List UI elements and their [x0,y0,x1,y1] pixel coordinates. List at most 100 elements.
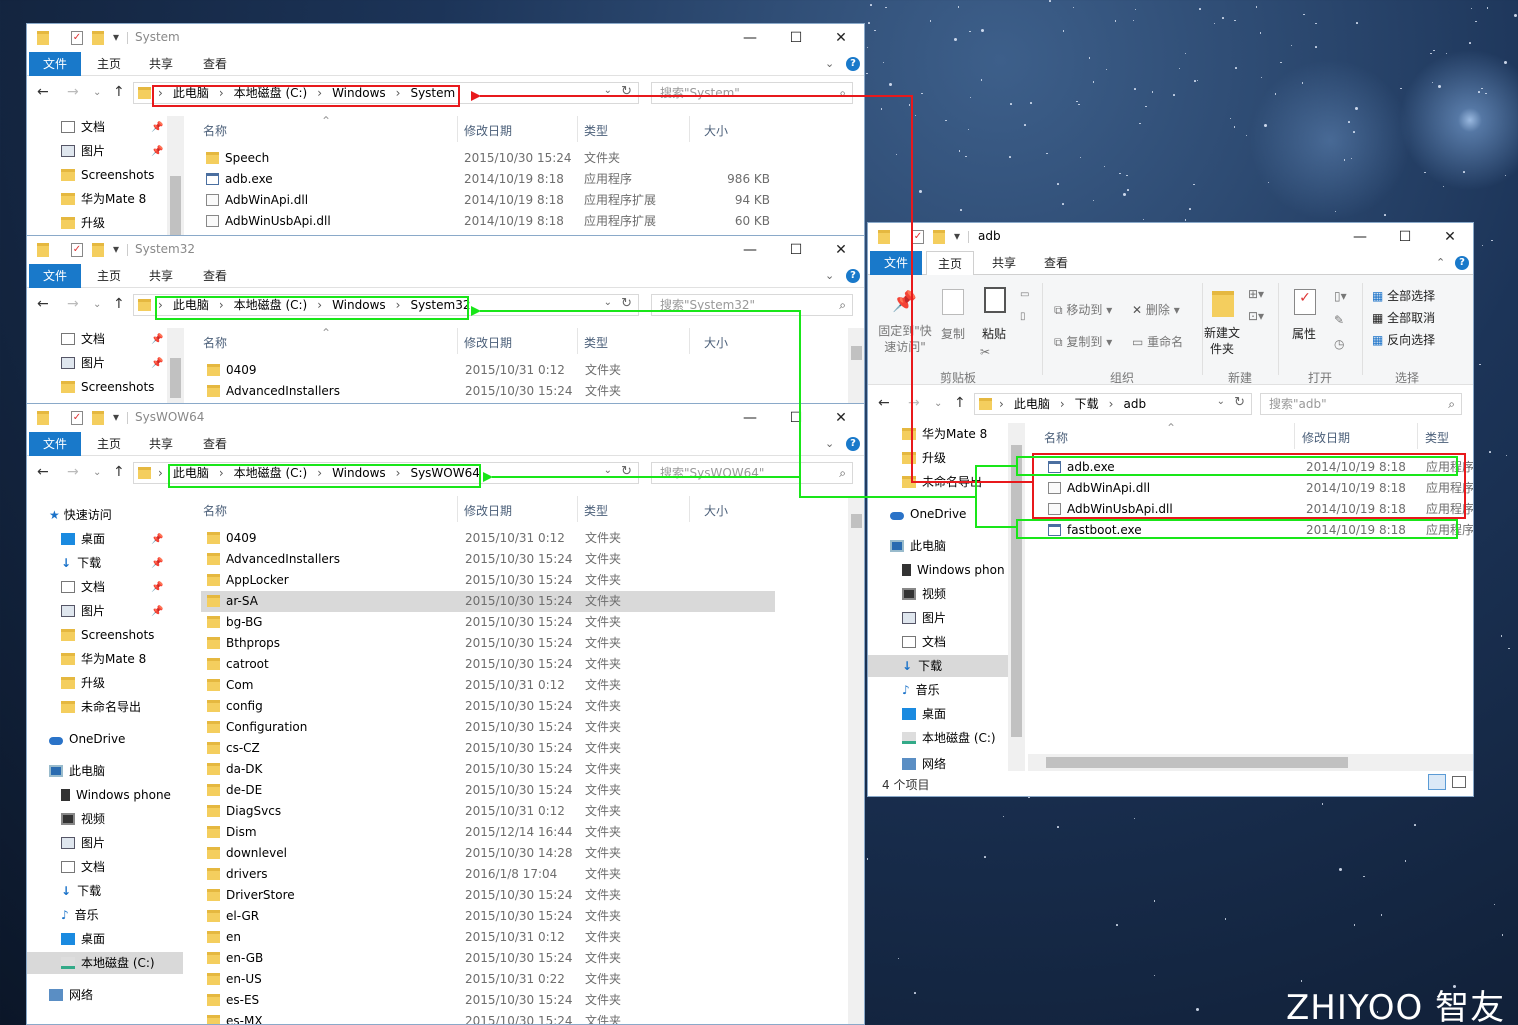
minimize-button[interactable]: — [732,407,768,429]
nav-item[interactable]: 图片 [61,832,105,854]
file-row[interactable]: drivers 2016/1/8 17:04 文件夹 [201,864,775,885]
file-row[interactable]: es-MX 2015/10/30 15:24 文件夹 [201,1011,775,1024]
file-row[interactable]: cs-CZ 2015/10/30 15:24 文件夹 [201,738,775,759]
column-name[interactable]: 名称 [203,334,227,351]
crumb[interactable]: 此电脑 [173,85,209,101]
nav-scrollbar[interactable] [167,116,184,235]
explorer-window-adb[interactable]: ✓ ▾ adb — ☐ ✕ 文件 主页 共享 查看 ⌃ ? 📌 固定到"快速访问… [867,222,1474,797]
recent-dropdown-icon[interactable]: ⌄ [934,398,942,409]
select-all-button[interactable]: ▦ 全部选择 [1372,287,1435,304]
nav-item[interactable]: Screenshots [61,624,154,646]
column-date[interactable]: 修改日期 [464,122,512,139]
address-dropdown-icon[interactable]: ⌄ [604,297,612,308]
search-box[interactable]: 搜索"SysWOW64" ⌕ [651,462,853,484]
close-button[interactable]: ✕ [1432,226,1468,248]
up-icon[interactable]: ↑ [113,464,125,480]
file-row[interactable]: AdvancedInstallers 2015/10/30 15:24 文件夹 [201,549,775,570]
file-row[interactable]: de-DE 2015/10/30 15:24 文件夹 [201,780,775,801]
select-none-button[interactable]: ▦ 全部取消 [1372,309,1435,326]
ribbon-collapse-icon[interactable]: ⌃ [1436,256,1445,269]
file-row[interactable]: en-US 2015/10/31 0:22 文件夹 [201,969,775,990]
file-row[interactable]: es-ES 2015/10/30 15:24 文件夹 [201,990,775,1011]
copy-path-icon[interactable]: ▭ [1020,289,1029,300]
nav-item[interactable]: OneDrive [890,503,966,525]
forward-icon[interactable]: → [67,464,79,480]
pin-icon[interactable]: 📌 [892,289,917,315]
title-bar[interactable]: ✓ ▾ System — ☐ ✕ [27,24,864,52]
file-scrollbar[interactable] [848,496,864,1024]
pin-icon[interactable]: 📌 [151,558,163,569]
column-type[interactable]: 类型 [584,502,608,519]
up-icon[interactable]: ↑ [113,84,125,100]
ribbon-expand-icon[interactable]: ⌄ [825,57,834,70]
forward-icon[interactable]: → [67,84,79,100]
new-folder-icon[interactable] [92,243,104,257]
column-size[interactable]: 大小 [704,502,728,519]
tab-home[interactable]: 主页 [91,432,127,456]
pin-icon[interactable]: 📌 [151,122,163,133]
crumb[interactable]: Windows [332,465,386,481]
crumb[interactable]: System32 [410,297,470,313]
search-box[interactable]: 搜索"System32" ⌕ [651,294,853,316]
file-row[interactable]: AppLocker 2015/10/30 15:24 文件夹 [201,570,775,591]
title-bar[interactable]: ✓ ▾ SysWOW64 — ☐ ✕ [27,404,864,432]
search-box[interactable]: 搜索"System" ⌕ [651,82,853,104]
column-date[interactable]: 修改日期 [464,502,512,519]
column-type[interactable]: 类型 [584,122,608,139]
help-icon[interactable]: ? [846,437,860,451]
help-icon[interactable]: ? [846,57,860,71]
horizontal-scrollbar[interactable] [1028,754,1473,771]
nav-item[interactable]: 图片 [61,352,105,374]
nav-item[interactable]: 未命名导出 [902,471,982,493]
column-name[interactable]: 名称 [203,502,227,519]
tab-file[interactable]: 文件 [29,432,81,456]
nav-item[interactable]: 图片 [61,140,105,162]
maximize-button[interactable]: ☐ [1387,226,1423,248]
nav-scrollbar[interactable] [167,328,184,403]
minimize-button[interactable]: — [1342,226,1378,248]
close-button[interactable]: ✕ [823,27,859,49]
tab-share[interactable]: 共享 [984,251,1024,275]
address-dropdown-icon[interactable]: ⌄ [604,85,612,96]
ribbon-expand-icon[interactable]: ⌄ [825,437,834,450]
tab-file[interactable]: 文件 [29,52,81,76]
maximize-button[interactable]: ☐ [778,407,814,429]
refresh-icon[interactable]: ↻ [1234,395,1245,410]
back-icon[interactable]: ← [37,84,49,100]
file-row[interactable]: 0409 2015/10/31 0:12 文件夹 [201,360,801,381]
properties-check-icon[interactable]: ✓ [71,31,83,45]
search-icon[interactable]: ⌕ [1448,394,1455,414]
file-row[interactable]: Bthprops 2015/10/30 15:24 文件夹 [201,633,775,654]
nav-item[interactable]: ★ 快速访问 [49,504,112,526]
copy-icon[interactable] [942,289,964,315]
properties-check-icon[interactable]: ✓ [71,411,83,425]
search-icon[interactable]: ⌕ [839,83,846,103]
scroll-thumb[interactable] [170,176,181,235]
file-row[interactable]: en 2015/10/31 0:12 文件夹 [201,927,775,948]
pin-icon[interactable]: 📌 [151,358,163,369]
tab-home[interactable]: 主页 [91,52,127,76]
crumb[interactable]: 本地磁盘 (C:) [234,85,308,101]
nav-item[interactable]: 文档 [61,328,105,350]
nav-item[interactable]: 华为Mate 8 [61,648,146,670]
new-folder-button[interactable]: 新建文件夹 [1202,325,1242,357]
column-date[interactable]: 修改日期 [1302,429,1350,446]
recent-dropdown-icon[interactable]: ⌄ [93,87,101,98]
properties-icon[interactable]: ✓ [1294,289,1316,315]
address-bar[interactable]: › 此电脑 › 本地磁盘 (C:) › Windows › SysWOW64 ⌄ ↻ [133,462,639,484]
file-row[interactable]: DriverStore 2015/10/30 15:24 文件夹 [201,885,775,906]
nav-item[interactable]: 华为Mate 8 [61,188,146,210]
customize-dropdown-icon[interactable]: ▾ [113,242,119,256]
nav-item[interactable]: 华为Mate 8 [902,423,987,445]
history-icon[interactable]: ◷ [1334,337,1344,351]
file-row[interactable]: AdbWinUsbApi.dll 2014/10/19 8:18 应用程序 [1042,499,1473,520]
nav-item[interactable]: ♪ 音乐 [902,679,940,701]
open-icon[interactable]: ▯▾ [1334,289,1347,303]
crumb[interactable]: adb [1123,396,1146,412]
search-icon[interactable]: ⌕ [839,463,846,483]
nav-item[interactable]: 此电脑 [890,535,946,557]
file-row[interactable]: adb.exe 2014/10/19 8:18 应用程序 [1042,457,1473,478]
nav-item[interactable]: ♪ 音乐 [61,904,99,926]
column-type[interactable]: 类型 [584,334,608,351]
explorer-window-system[interactable]: ✓ ▾ System — ☐ ✕ 文件 主页 共享 查看 ⌄ ? ← → ⌄ ↑… [26,23,865,236]
